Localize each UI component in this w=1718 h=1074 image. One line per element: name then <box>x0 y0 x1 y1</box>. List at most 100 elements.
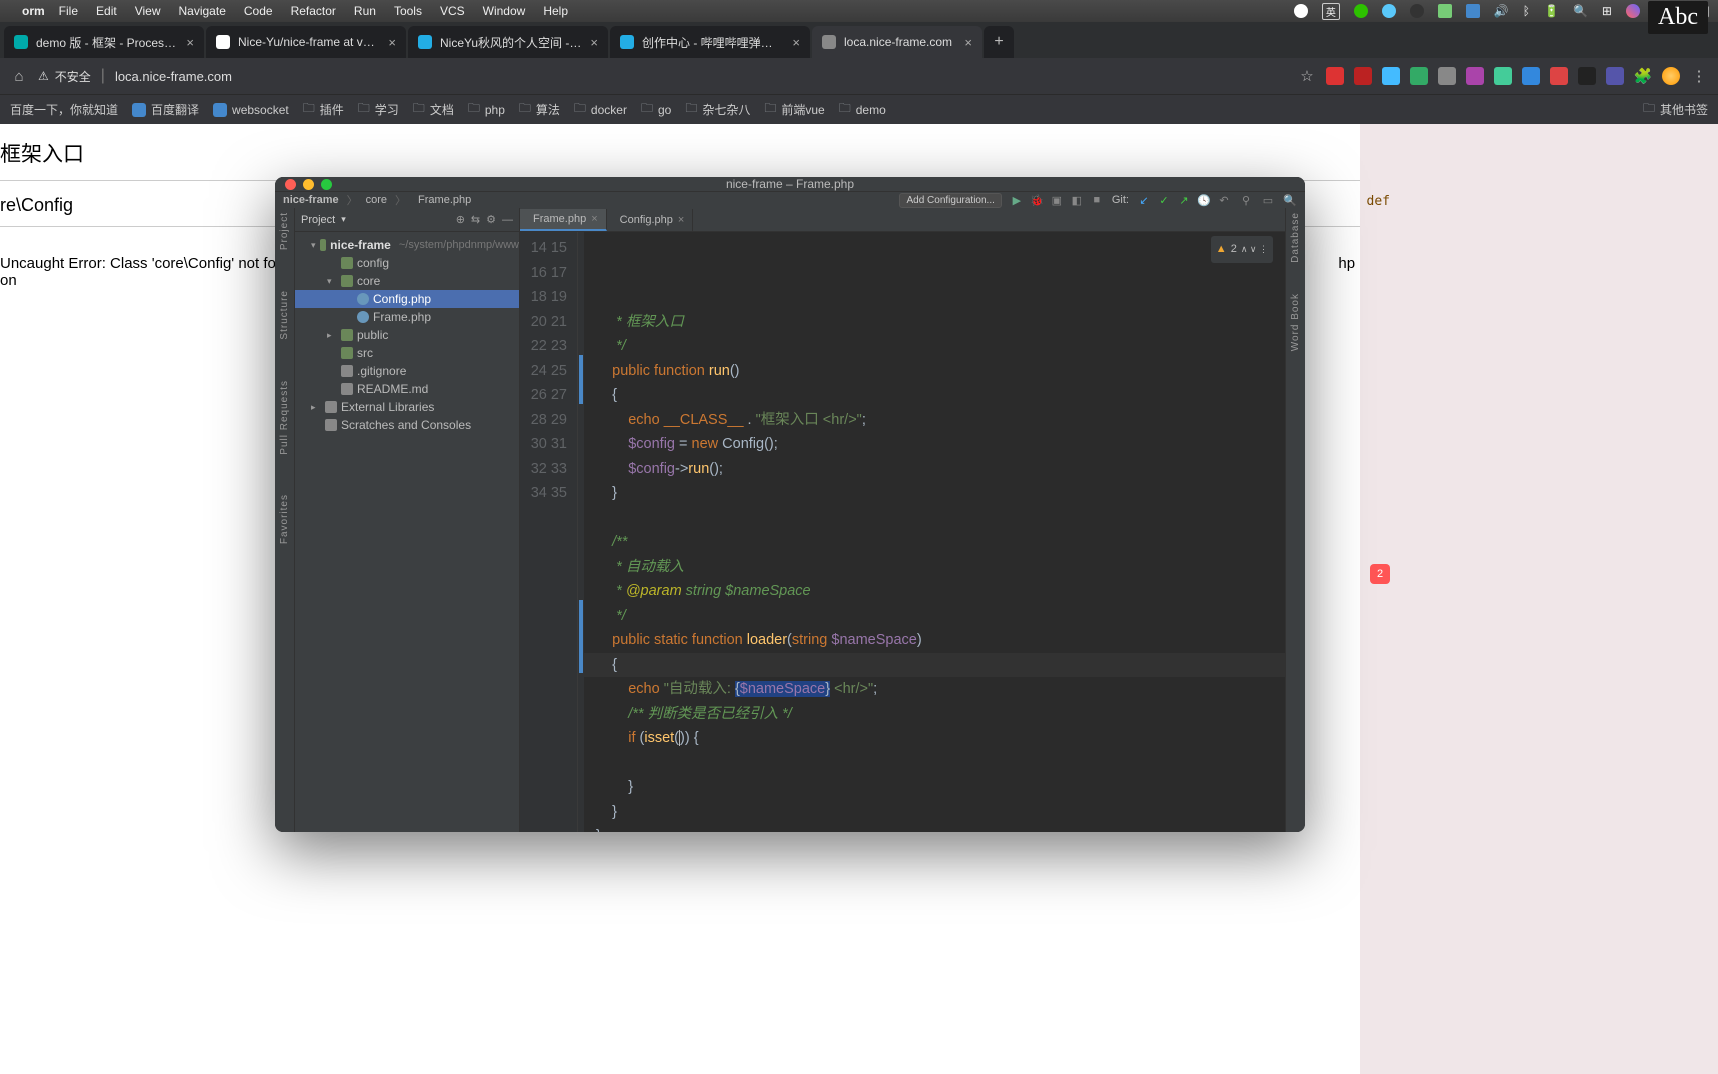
ext-icon[interactable] <box>1326 67 1344 85</box>
menu-item[interactable]: Window <box>483 4 526 18</box>
browser-tab[interactable]: Nice-Yu/nice-frame at v0.0.1× <box>206 26 406 58</box>
ext-icon[interactable] <box>1606 67 1624 85</box>
run-icon[interactable]: ▶ <box>1010 193 1024 207</box>
siri-icon[interactable] <box>1626 4 1640 18</box>
editor[interactable]: 14 15 16 17 18 19 20 21 22 23 24 25 26 2… <box>520 232 1285 832</box>
tree-node[interactable]: Config.php <box>295 290 519 308</box>
browser-tab[interactable]: demo 版 - 框架 - ProcessOn× <box>4 26 204 58</box>
star-icon[interactable]: ☆ <box>1298 67 1316 85</box>
code-content[interactable]: ▲2 ∧ ∨ ⋮ * 框架入口 */ public function run()… <box>584 232 1285 832</box>
tray-icon[interactable] <box>1410 4 1424 18</box>
browser-tab[interactable]: 创作中心 - 哔哩哔哩弹幕视频网× <box>610 26 810 58</box>
maximize-icon[interactable] <box>321 179 332 190</box>
tool-favorites[interactable]: Favorites <box>279 494 290 544</box>
close-tab-icon[interactable]: × <box>678 214 684 226</box>
tray-icon[interactable] <box>1438 4 1452 18</box>
breadcrumb[interactable]: nice-frame <box>283 194 339 206</box>
git-push-icon[interactable]: ↗ <box>1177 193 1191 207</box>
close-tab-icon[interactable]: × <box>590 35 598 50</box>
bookmark-item[interactable]: 🗀demo <box>839 99 886 120</box>
bluetooth-icon[interactable]: ᛒ <box>1523 4 1530 18</box>
ime-indicator[interactable]: 英 <box>1322 3 1340 20</box>
bookmark-item[interactable]: 🗀前端vue <box>764 99 824 120</box>
battery-icon[interactable]: 🔋 <box>1544 4 1559 18</box>
ext-icon[interactable] <box>1522 67 1540 85</box>
profile-icon[interactable]: ◧ <box>1070 193 1084 207</box>
close-tab-icon[interactable]: × <box>186 35 194 50</box>
search-icon[interactable]: 🔍 <box>1573 4 1588 18</box>
other-bookmarks[interactable]: 🗀其他书签 <box>1643 99 1708 120</box>
tree-node[interactable]: Frame.php <box>295 308 519 326</box>
menu-item[interactable]: Help <box>543 4 568 18</box>
tree-node[interactable]: README.md <box>295 380 519 398</box>
tray-icon[interactable] <box>1466 4 1480 18</box>
editor-tab[interactable]: Frame.php× <box>520 209 607 231</box>
control-center-icon[interactable]: ⊞ <box>1602 4 1612 18</box>
breadcrumb[interactable]: Frame.php <box>418 194 471 206</box>
bookmark-item[interactable]: 🗀杂七杂八 <box>685 99 750 120</box>
bookmark-item[interactable]: 🗀go <box>641 99 671 120</box>
menu-item[interactable]: Navigate <box>179 4 226 18</box>
tree-node[interactable]: ▸public <box>295 326 519 344</box>
close-tab-icon[interactable]: × <box>388 35 396 50</box>
ext-icon[interactable] <box>1466 67 1484 85</box>
tree-node[interactable]: ▾core <box>295 272 519 290</box>
volume-icon[interactable]: 🔊 <box>1494 4 1509 18</box>
close-tab-icon[interactable]: × <box>792 35 800 50</box>
minimize-icon[interactable] <box>303 179 314 190</box>
tray-icon[interactable] <box>1382 4 1396 18</box>
ide-titlebar[interactable]: nice-frame – Frame.php <box>275 177 1305 191</box>
add-configuration-button[interactable]: Add Configuration... <box>899 193 1001 208</box>
menu-item[interactable]: Refactor <box>291 4 336 18</box>
ide-settings-icon[interactable]: ▭ <box>1261 193 1275 207</box>
tree-node[interactable]: src <box>295 344 519 362</box>
ext-icon[interactable] <box>1438 67 1456 85</box>
ext-icon[interactable] <box>1550 67 1568 85</box>
menu-item[interactable]: Tools <box>394 4 422 18</box>
tree-node[interactable]: Scratches and Consoles <box>295 416 519 434</box>
avatar-icon[interactable] <box>1662 67 1680 85</box>
stop-icon[interactable]: ■ <box>1090 193 1104 207</box>
breadcrumb[interactable]: core <box>366 194 387 206</box>
ext-icon[interactable] <box>1410 67 1428 85</box>
menu-item[interactable]: VCS <box>440 4 465 18</box>
editor-tab[interactable]: Config.php× <box>607 209 694 231</box>
tool-pull-requests[interactable]: Pull Requests <box>279 380 290 455</box>
menu-item[interactable]: View <box>135 4 161 18</box>
debug-icon[interactable]: 🐞 <box>1030 193 1044 207</box>
git-rollback-icon[interactable]: ↶ <box>1217 193 1231 207</box>
ext-icon[interactable] <box>1354 67 1372 85</box>
coverage-icon[interactable]: ▣ <box>1050 193 1064 207</box>
close-icon[interactable] <box>285 179 296 190</box>
ide-search-icon[interactable]: 🔍 <box>1283 193 1297 207</box>
menu-item[interactable]: Run <box>354 4 376 18</box>
browser-tab[interactable]: NiceYu秋风的个人空间 - 哔哩哔× <box>408 26 608 58</box>
bookmark-item[interactable]: websocket <box>213 99 289 120</box>
tool-database[interactable]: Database <box>1290 212 1301 263</box>
bookmark-item[interactable]: 🗀docker <box>574 99 627 120</box>
hide-icon[interactable]: — <box>502 214 513 226</box>
tree-root[interactable]: ▾ nice-frame ~/system/phpdnmp/www <box>295 236 519 254</box>
git-commit-icon[interactable]: ✓ <box>1157 193 1171 207</box>
expand-icon[interactable]: ⇆ <box>471 213 480 226</box>
tray-icon[interactable] <box>1294 4 1308 18</box>
tree-node[interactable]: config <box>295 254 519 272</box>
tool-project[interactable]: Project <box>279 212 290 250</box>
close-tab-icon[interactable]: × <box>964 35 972 50</box>
tool-structure[interactable]: Structure <box>279 290 290 340</box>
bookmark-item[interactable]: 🗀算法 <box>519 99 560 120</box>
menu-item[interactable]: Edit <box>96 4 117 18</box>
bookmark-item[interactable]: 🗀php <box>468 99 505 120</box>
git-history-icon[interactable]: 🕓 <box>1197 193 1211 207</box>
close-tab-icon[interactable]: × <box>591 213 597 225</box>
tree-node[interactable]: ▸External Libraries <box>295 398 519 416</box>
ext-icon[interactable] <box>1494 67 1512 85</box>
menu-item[interactable]: File <box>59 4 78 18</box>
bookmark-item[interactable]: 🗀插件 <box>303 99 344 120</box>
menu-icon[interactable]: ⋮ <box>1690 67 1708 85</box>
bookmark-item[interactable]: 百度翻译 <box>132 99 199 120</box>
bookmark-item[interactable]: 百度一下，你就知道 <box>10 101 118 118</box>
new-tab-button[interactable]: + <box>984 26 1014 58</box>
extensions-icon[interactable]: 🧩 <box>1634 67 1652 85</box>
menu-item[interactable]: Code <box>244 4 273 18</box>
